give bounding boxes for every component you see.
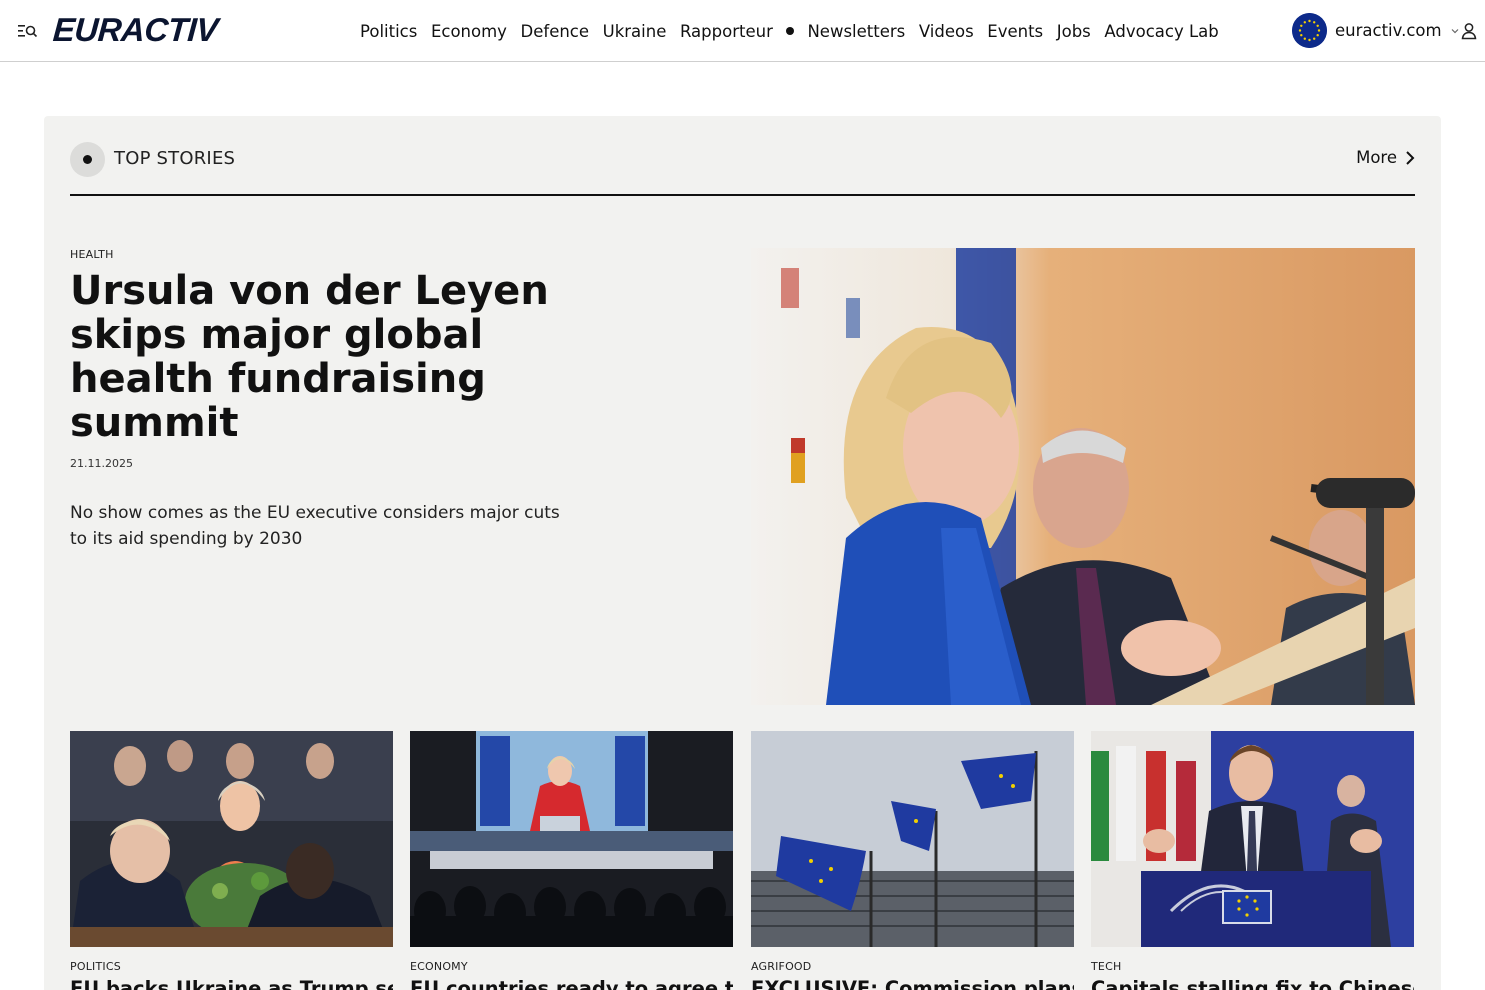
lead-story-image[interactable] <box>751 248 1415 705</box>
story-headline[interactable]: EXCLUSIVE: Commission plans <box>751 976 1074 990</box>
story-image[interactable] <box>70 731 393 947</box>
story-category[interactable]: POLITICS <box>70 960 393 973</box>
nav-advocacy-lab[interactable]: Advocacy Lab <box>1104 22 1218 41</box>
story-headline[interactable]: EU backs Ukraine as Trump sets <box>70 976 393 990</box>
story-category[interactable]: ECONOMY <box>410 960 733 973</box>
nav-newsletters[interactable]: Newsletters <box>807 22 905 41</box>
site-header: EURACTIV Politics Economy Defence Ukrain… <box>0 0 1485 62</box>
nav-economy[interactable]: Economy <box>431 22 507 41</box>
story-category[interactable]: AGRIFOOD <box>751 960 1074 973</box>
story-category[interactable]: TECH <box>1091 960 1414 973</box>
nav-events[interactable]: Events <box>987 22 1043 41</box>
eu-flag-icon <box>1292 13 1327 48</box>
lead-summary: No show comes as the EU executive consid… <box>70 503 560 549</box>
story-image[interactable] <box>1091 731 1414 947</box>
lead-date: 21.11.2025 <box>70 457 133 470</box>
edition-selector[interactable]: euractiv.com <box>1292 13 1460 48</box>
nav-defence[interactable]: Defence <box>521 22 590 41</box>
chevron-down-icon <box>1451 28 1459 33</box>
lead-headline[interactable]: Ursula von der Leyen skips major global … <box>70 269 570 445</box>
user-account-icon[interactable] <box>1461 22 1477 40</box>
nav-ukraine[interactable]: Ukraine <box>603 22 667 41</box>
story-headline[interactable]: Capitals stalling fix to Chinese <box>1091 976 1414 990</box>
nav-separator-dot <box>786 27 795 35</box>
more-link[interactable]: More <box>1356 148 1415 167</box>
secondary-stories: POLITICS EU backs Ukraine as Trump sets <box>70 731 1415 990</box>
section-header: TOP STORIES More <box>70 142 1415 196</box>
nav-jobs[interactable]: Jobs <box>1057 22 1091 41</box>
story-image[interactable] <box>410 731 733 947</box>
section-bullet-icon <box>70 142 105 177</box>
main-nav: Politics Economy Defence Ukraine Rapport… <box>360 0 1232 62</box>
section-title: TOP STORIES <box>114 148 236 169</box>
chevron-right-icon <box>1406 150 1415 165</box>
story-card[interactable]: POLITICS EU backs Ukraine as Trump sets <box>70 731 393 990</box>
story-headline[interactable]: EU countries ready to agree to <box>410 976 733 990</box>
nav-politics[interactable]: Politics <box>360 22 417 41</box>
story-image[interactable] <box>751 731 1074 947</box>
nav-videos[interactable]: Videos <box>919 22 974 41</box>
edition-label: euractiv.com <box>1335 21 1442 40</box>
search-menu-icon[interactable] <box>18 22 38 40</box>
top-stories-section: TOP STORIES More HEALTH Ursula von der L… <box>44 116 1441 990</box>
story-card[interactable]: TECH Capitals stalling fix to Chinese <box>1091 731 1414 990</box>
nav-rapporteur[interactable]: Rapporteur <box>680 22 773 41</box>
story-card[interactable]: AGRIFOOD EXCLUSIVE: Commission plans <box>751 731 1074 990</box>
site-logo[interactable]: EURACTIV <box>52 11 219 49</box>
more-label: More <box>1356 148 1397 167</box>
lead-story: HEALTH Ursula von der Leyen skips major … <box>70 248 570 552</box>
lead-category[interactable]: HEALTH <box>70 248 570 261</box>
story-card[interactable]: ECONOMY EU countries ready to agree to <box>410 731 733 990</box>
